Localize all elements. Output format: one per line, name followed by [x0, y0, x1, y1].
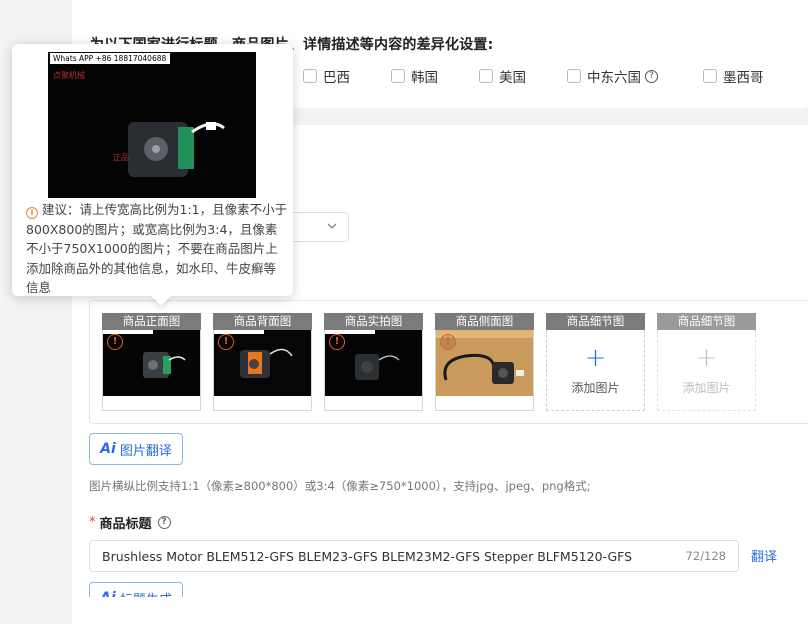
- country-label: 美国: [499, 70, 526, 86]
- button-label: 图片翻译: [119, 443, 172, 459]
- advice-text: 建议：请上传宽高比例为1:1，且像素不小于800X800的图片；或宽高比例为3:…: [26, 202, 288, 295]
- country-label: 韩国: [411, 70, 438, 86]
- country-label: 墨西哥: [723, 70, 764, 86]
- country-checkbox-mexico[interactable]: 墨西哥: [703, 66, 764, 86]
- checkbox[interactable]: [703, 69, 717, 83]
- product-title-label: * 商品标题 ?: [89, 513, 171, 532]
- slot-thumbnail[interactable]: !: [102, 330, 201, 411]
- add-image-button[interactable]: + 添加图片: [546, 330, 645, 411]
- image-slot-detail[interactable]: 商品细节图 + 添加图片: [546, 313, 645, 411]
- warning-icon[interactable]: !: [329, 334, 345, 350]
- image-advice-tooltip: Whats APP +86 18817040688 点聚机械 正品 i 建议：请上…: [12, 44, 293, 306]
- country-checkbox-middle-east[interactable]: 中东六国 ?: [567, 66, 658, 86]
- help-icon[interactable]: ?: [157, 516, 171, 529]
- slot-label: 商品实拍图: [324, 313, 423, 330]
- checkbox[interactable]: [567, 69, 581, 83]
- plus-icon: +: [584, 342, 607, 373]
- slot-thumbnail[interactable]: !: [213, 330, 312, 411]
- image-slot-real[interactable]: 商品实拍图 !: [324, 313, 423, 411]
- add-image-button-disabled: + 添加图片: [657, 330, 756, 411]
- slot-label: 商品背面图: [213, 313, 312, 330]
- product-title-input[interactable]: Brushless Motor BLEM512-GFS BLEM23-GFS B…: [89, 540, 739, 572]
- image-translate-button[interactable]: Ai 图片翻译: [89, 433, 183, 465]
- photo-text: 正品: [113, 153, 129, 162]
- motor-graphic: [128, 122, 225, 177]
- country-checkbox-korea[interactable]: 韩国: [391, 66, 438, 86]
- warning-icon[interactable]: !: [218, 334, 234, 350]
- title-value[interactable]: Brushless Motor BLEM512-GFS BLEM23-GFS B…: [102, 549, 676, 564]
- image-slot-front[interactable]: 商品正面图 !: [102, 313, 201, 411]
- chevron-down-icon: [327, 223, 337, 229]
- image-format-hint: 图片横纵比例支持1:1（像素≥800*800）或3:4（像素≥750*1000）…: [89, 479, 591, 493]
- photo-watermark: Whats APP +86 18817040688: [50, 53, 170, 64]
- country-checkbox-usa[interactable]: 美国: [479, 66, 526, 86]
- scroll-clip: [72, 597, 808, 624]
- warning-icon[interactable]: !: [107, 334, 123, 350]
- warning-icon[interactable]: !: [440, 334, 456, 350]
- image-slot-side[interactable]: 商品侧面图 !: [435, 313, 534, 411]
- country-checkbox-brazil[interactable]: 巴西: [303, 66, 350, 86]
- checkbox[interactable]: [479, 69, 493, 83]
- checkbox[interactable]: [391, 69, 405, 83]
- tooltip-advice: i 建议：请上传宽高比例为1:1，且像素不小于800X800的图片；或宽高比例为3…: [26, 200, 288, 298]
- image-slot-detail-disabled: 商品细节图 + 添加图片: [657, 313, 756, 411]
- tooltip-preview-image: Whats APP +86 18817040688 点聚机械 正品: [48, 52, 256, 198]
- help-icon[interactable]: ?: [645, 69, 658, 83]
- char-count: 72/128: [685, 549, 726, 563]
- add-image-label: 添加图片: [571, 380, 620, 395]
- image-slot-back[interactable]: 商品背面图 !: [213, 313, 312, 411]
- slot-thumbnail[interactable]: !: [324, 330, 423, 411]
- ai-icon: Ai: [100, 441, 116, 457]
- slot-label: 商品细节图: [657, 313, 756, 330]
- slot-thumbnail[interactable]: !: [435, 330, 534, 411]
- label-text: 商品标题: [99, 517, 152, 532]
- title-translate-link[interactable]: 翻译: [751, 546, 777, 565]
- add-image-label: 添加图片: [682, 380, 731, 395]
- country-label: 中东六国: [587, 70, 641, 86]
- info-icon: i: [26, 206, 38, 219]
- slot-label: 商品正面图: [102, 313, 201, 330]
- photo-text: 点聚机械: [53, 71, 85, 80]
- country-label: 巴西: [323, 70, 350, 86]
- slot-label: 商品侧面图: [435, 313, 534, 330]
- checkbox[interactable]: [303, 69, 317, 83]
- required-mark: *: [89, 515, 96, 530]
- slot-label: 商品细节图: [546, 313, 645, 330]
- plus-icon: +: [695, 342, 718, 373]
